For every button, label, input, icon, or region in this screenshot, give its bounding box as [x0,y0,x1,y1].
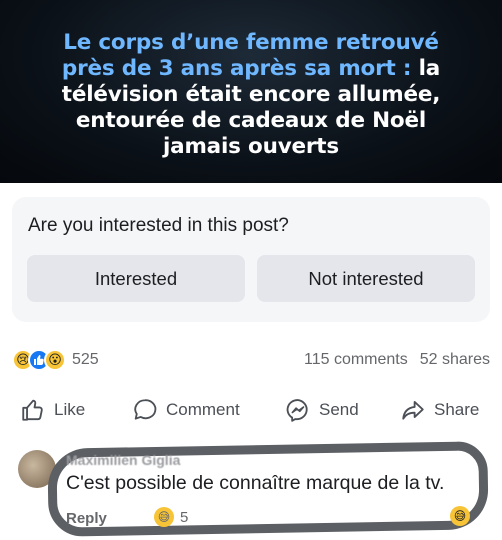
shares-count-link[interactable]: 52 shares [420,351,490,369]
reaction-count: 525 [72,351,99,368]
comment-reaction-count: 5 [180,508,189,526]
headline-line-1: Le corps d’une femme retrouvé [63,29,439,55]
messenger-icon [286,399,308,422]
like-button[interactable]: Like [20,392,85,428]
share-button[interactable]: Share [400,392,479,428]
comment-button[interactable]: Comment [132,392,240,428]
comment-item: Maximilien Giglia C'est possible de conn… [0,440,502,540]
post-image[interactable]: Le corps d’une femme retrouvé près de 3 … [0,0,502,183]
reply-link[interactable]: Reply [66,510,107,527]
interested-button[interactable]: Interested [27,255,245,302]
headline-line-3: télévision était encore allumée, [61,81,441,107]
comment-label: Comment [166,400,240,419]
commenter-name[interactable]: Maximilien Giglia [66,452,180,468]
not-interested-button[interactable]: Not interested [257,255,475,302]
react-emoji-icon[interactable]: 😅 [450,506,470,526]
send-label: Send [319,400,359,419]
comment-reactions[interactable]: 😅 5 [154,507,188,527]
post-image-headline: Le corps d’une femme retrouvé près de 3 … [61,29,441,160]
headline-line-2: près de 3 ans après sa mort : [61,55,412,81]
headline-line-4: entourée de cadeaux de Noël [75,107,427,133]
post-action-bar: Like Comment Send Share [0,392,502,428]
comment-bubble-icon [134,399,157,420]
post-stats: 😢 😮 525 115 comments 52 shares [12,347,490,375]
comment-text: C'est possible de connaître marque de la… [66,472,445,494]
survey-question: Are you interested in this post? [28,215,289,236]
comments-count-link[interactable]: 115 comments [304,351,408,369]
interest-survey-card: Are you interested in this post? Interes… [12,197,490,322]
thumbs-up-icon [22,399,43,421]
reactions-summary[interactable]: 😢 😮 525 [12,349,99,371]
wow-reaction-icon: 😮 [44,349,66,371]
send-button[interactable]: Send [285,392,359,428]
share-arrow-icon [402,400,424,420]
like-label: Like [54,400,86,419]
share-label: Share [434,400,480,419]
engagement-counts: 115 comments 52 shares [304,351,490,369]
headline-line-2-end: la [418,55,441,81]
laughing-emoji-icon: 😅 [154,507,174,527]
headline-line-5: jamais ouverts [162,133,339,159]
